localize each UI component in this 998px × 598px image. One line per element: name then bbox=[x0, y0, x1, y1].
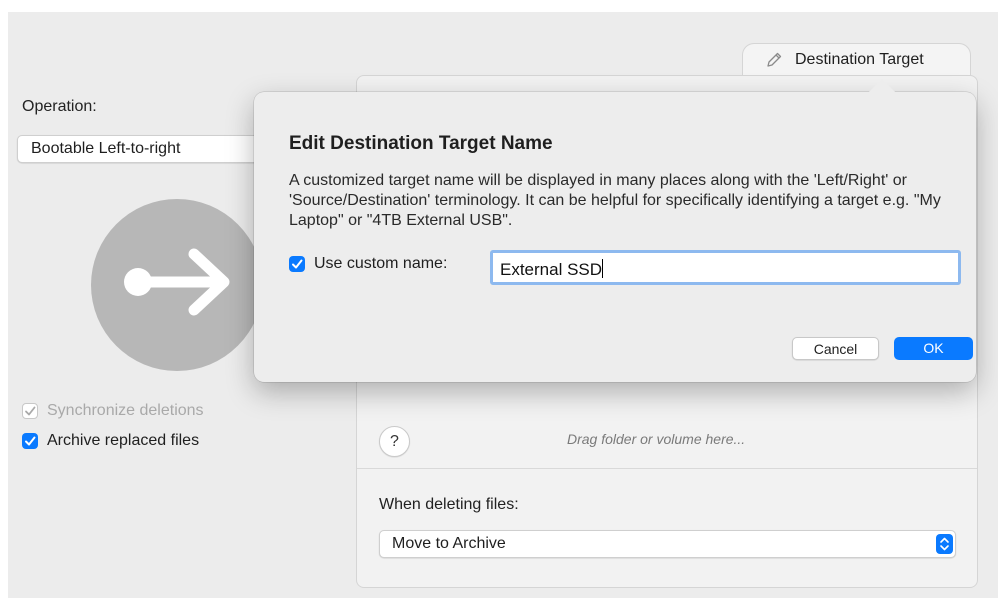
dialog-title: Edit Destination Target Name bbox=[289, 133, 553, 154]
sync-deletions-label: Synchronize deletions bbox=[47, 402, 204, 419]
use-custom-name-checkbox[interactable] bbox=[289, 256, 305, 272]
use-custom-name-row: Use custom name: bbox=[289, 255, 447, 273]
panel-divider bbox=[357, 468, 977, 469]
custom-name-value: External SSD bbox=[500, 260, 603, 279]
archive-replaced-label: Archive replaced files bbox=[47, 432, 200, 449]
ok-button[interactable]: OK bbox=[894, 337, 973, 360]
cancel-button[interactable]: Cancel bbox=[792, 337, 879, 360]
sync-deletions-row: Synchronize deletions bbox=[22, 402, 204, 420]
pencil-icon bbox=[767, 52, 782, 67]
operation-label: Operation: bbox=[22, 98, 97, 115]
help-button[interactable]: ? bbox=[379, 426, 410, 457]
custom-name-input[interactable]: External SSD bbox=[490, 250, 961, 285]
popup-stepper-icon bbox=[936, 534, 953, 554]
archive-replaced-checkbox[interactable] bbox=[22, 433, 38, 449]
tab-label: Destination Target bbox=[795, 51, 924, 68]
text-caret bbox=[602, 259, 604, 278]
archive-replaced-row: Archive replaced files bbox=[22, 432, 199, 450]
dialog-description: A customized target name will be display… bbox=[289, 172, 941, 229]
operation-popup[interactable]: Bootable Left-to-right bbox=[17, 135, 260, 163]
sync-deletions-checkbox[interactable] bbox=[22, 403, 38, 419]
right-arrow-icon bbox=[124, 248, 230, 316]
deleting-files-value: Move to Archive bbox=[392, 535, 506, 552]
direction-circle bbox=[91, 199, 263, 371]
dialog-pointer bbox=[868, 79, 896, 93]
use-custom-name-label: Use custom name: bbox=[314, 255, 448, 272]
drag-hint: Drag folder or volume here... bbox=[567, 431, 746, 447]
edit-name-dialog: Edit Destination Target Name A customize… bbox=[254, 79, 976, 382]
deleting-files-label: When deleting files: bbox=[379, 496, 519, 513]
deleting-files-popup[interactable]: Move to Archive bbox=[379, 530, 956, 558]
destination-target-tab[interactable]: Destination Target bbox=[742, 43, 971, 76]
